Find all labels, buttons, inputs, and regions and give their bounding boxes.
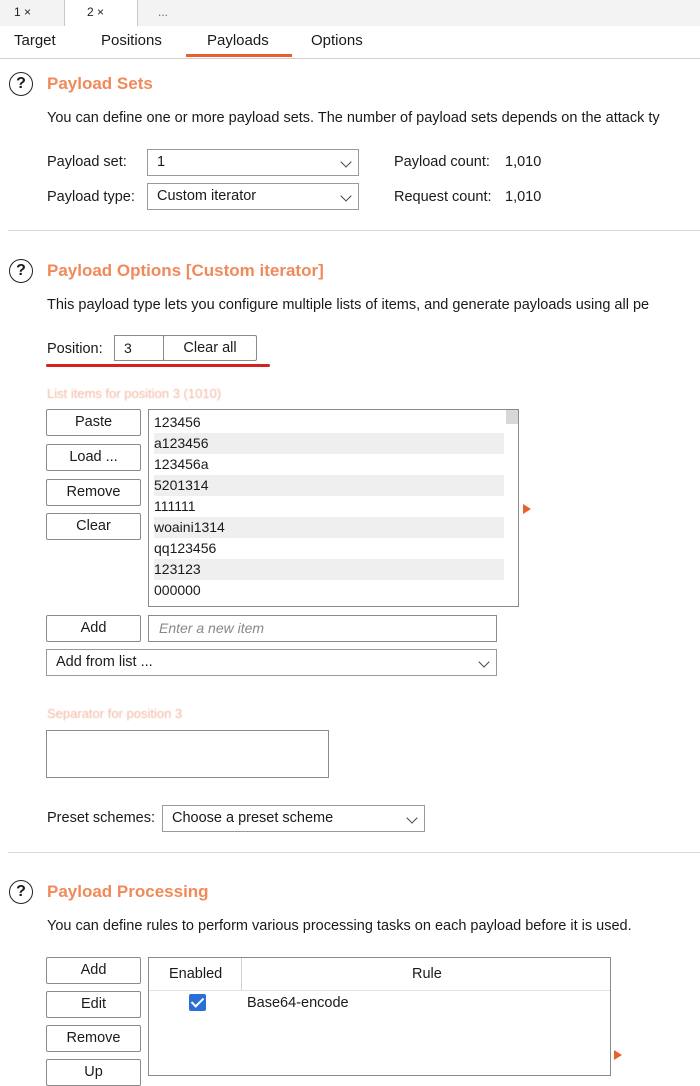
processing-remove-button[interactable]: Remove — [46, 1025, 141, 1052]
list-item[interactable]: 111111 — [154, 496, 504, 517]
load-button[interactable]: Load ... — [46, 444, 141, 471]
highlight-underline — [46, 364, 270, 367]
payload-sets-description: You can define one or more payload sets.… — [47, 110, 660, 126]
chevron-down-icon — [478, 656, 490, 668]
list-item[interactable]: woaini1314 — [154, 517, 504, 538]
processing-up-button[interactable]: Up — [46, 1059, 141, 1086]
payload-type-label: Payload type: — [47, 189, 135, 205]
list-item[interactable]: a123456 — [154, 433, 504, 454]
tab-target[interactable]: Target — [14, 32, 56, 49]
new-item-placeholder: Enter a new item — [159, 620, 265, 636]
checkbox-checked-icon[interactable] — [189, 994, 206, 1011]
preset-scheme-value: Choose a preset scheme — [172, 810, 334, 826]
request-tab-2-label: 2 × — [87, 5, 105, 19]
add-from-list-select[interactable]: Add from list ... — [46, 649, 497, 676]
request-tab-1[interactable]: 1 × — [0, 0, 64, 26]
new-item-input[interactable]: Enter a new item — [148, 615, 497, 642]
processing-rules-table: Enabled Rule Base64-encode — [148, 957, 611, 1076]
separator-textarea[interactable] — [46, 730, 329, 778]
list-scrollbar-thumb[interactable] — [506, 410, 518, 424]
tab-payloads[interactable]: Payloads — [207, 32, 269, 49]
paste-button[interactable]: Paste — [46, 409, 141, 436]
list-item[interactable]: qq123456 — [154, 538, 504, 559]
section-divider — [8, 852, 700, 853]
preset-scheme-select[interactable]: Choose a preset scheme — [162, 805, 425, 832]
payload-options-title: Payload Options [Custom iterator] — [47, 261, 324, 280]
active-tab-indicator — [186, 54, 292, 57]
position-label: Position: — [47, 341, 103, 357]
payload-type-value: Custom iterator — [157, 188, 257, 204]
section-divider — [8, 230, 700, 231]
add-from-list-value: Add from list ... — [56, 654, 153, 670]
request-tab-more-label: ... — [158, 5, 169, 19]
request-count-label: Request count: — [394, 189, 492, 205]
payload-processing-description: You can define rules to perform various … — [47, 918, 632, 934]
table-row[interactable]: Base64-encode — [149, 991, 610, 1017]
list-item[interactable]: 123456a — [154, 454, 504, 475]
payload-options-description: This payload type lets you configure mul… — [47, 297, 650, 313]
payload-set-select[interactable]: 1 — [147, 149, 359, 176]
help-icon[interactable]: ? — [9, 259, 33, 283]
column-header-rule[interactable]: Rule — [412, 966, 442, 982]
chevron-down-icon — [340, 156, 352, 168]
payload-processing-title: Payload Processing — [47, 882, 209, 901]
position-value: 3 — [124, 340, 132, 356]
payload-type-select[interactable]: Custom iterator — [147, 183, 359, 210]
tab-positions[interactable]: Positions — [101, 32, 162, 49]
processing-edit-button[interactable]: Edit — [46, 991, 141, 1018]
request-tab-more[interactable]: ... — [138, 0, 198, 26]
payload-items-list[interactable]: 123456 a123456 123456a 5201314 111111 wo… — [148, 409, 519, 607]
preset-schemes-label: Preset schemes: — [47, 810, 155, 826]
expand-arrow-icon[interactable] — [614, 1050, 622, 1060]
processing-add-button[interactable]: Add — [46, 957, 141, 984]
request-tab-2[interactable]: 2 × — [64, 0, 138, 26]
tab-options[interactable]: Options — [311, 32, 363, 49]
list-item[interactable]: 5201314 — [154, 475, 504, 496]
chevron-down-icon — [406, 812, 418, 824]
column-header-enabled[interactable]: Enabled — [169, 966, 222, 982]
add-item-button[interactable]: Add — [46, 615, 141, 642]
rule-cell: Base64-encode — [247, 995, 349, 1011]
position-spinner[interactable]: 3 — [114, 335, 164, 361]
request-tab-1-label: 1 × — [14, 5, 32, 19]
clear-button[interactable]: Clear — [46, 513, 141, 540]
list-items-caption: List items for position 3 (1010) — [47, 386, 222, 401]
help-icon[interactable]: ? — [9, 72, 33, 96]
separator-caption: Separator for position 3 — [47, 706, 183, 721]
payload-set-label: Payload set: — [47, 154, 127, 170]
payload-sets-title: Payload Sets — [47, 74, 153, 93]
help-icon[interactable]: ? — [9, 880, 33, 904]
chevron-down-icon — [340, 190, 352, 202]
remove-button[interactable]: Remove — [46, 479, 141, 506]
expand-arrow-icon[interactable] — [523, 504, 531, 514]
payload-count-label: Payload count: — [394, 154, 490, 170]
list-item[interactable]: 123456 — [154, 412, 504, 433]
payload-set-value: 1 — [157, 154, 166, 170]
column-divider — [241, 958, 242, 990]
clear-all-button[interactable]: Clear all — [163, 335, 257, 361]
request-count-value: 1,010 — [505, 189, 542, 205]
list-item[interactable]: 000000 — [154, 580, 504, 601]
payload-count-value: 1,010 — [505, 154, 542, 170]
list-item[interactable]: 123123 — [154, 559, 504, 580]
